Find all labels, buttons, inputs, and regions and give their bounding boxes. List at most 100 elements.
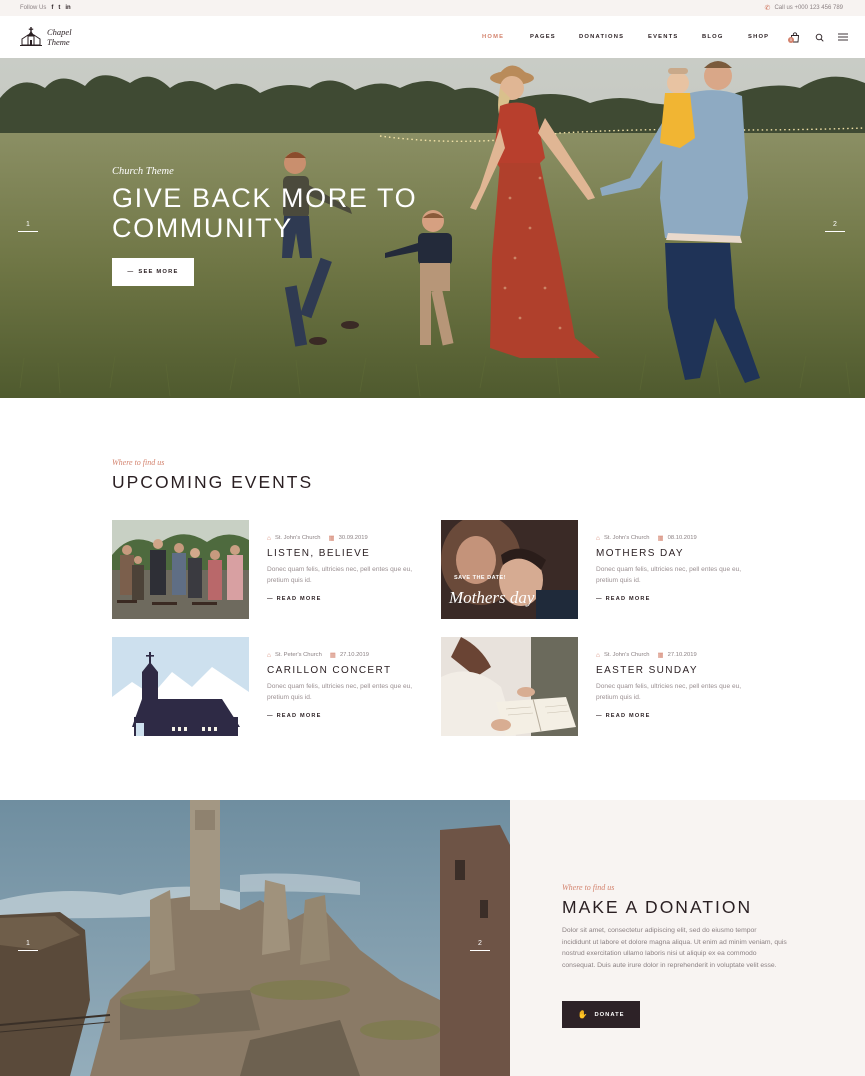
event-description: Donec quam felis, ultricies nec, pell en… xyxy=(596,566,742,584)
header-icons: 0 xyxy=(788,16,849,58)
hero-title: GIVE BACK MORE TO COMMUNITY xyxy=(112,183,418,243)
read-more-label: READ MORE xyxy=(605,713,651,719)
event-date: 27.10.2019 xyxy=(667,652,697,658)
calendar-icon: ▦ xyxy=(657,652,664,659)
event-description: Donec quam felis, ultricies nec, pell en… xyxy=(596,683,742,701)
brand-line1: Chapel xyxy=(47,27,72,37)
church-icon: ⌂ xyxy=(596,651,600,659)
read-more-link[interactable]: — READ MORE xyxy=(596,713,651,719)
calendar-icon: ▦ xyxy=(329,652,336,659)
linkedin-icon[interactable]: in xyxy=(65,5,70,11)
hero-subtitle: Church Theme xyxy=(112,166,174,177)
slide-next-line xyxy=(825,231,845,232)
donation-next-number: 2 xyxy=(478,940,482,947)
church-logo-icon xyxy=(20,27,42,46)
donation-next-line xyxy=(470,950,490,951)
event-date: 27.10.2019 xyxy=(339,652,369,658)
donation-image-slider: 1 2 xyxy=(0,800,510,1076)
top-bar: Follow Us f t in ✆ Call us +000 123 456 … xyxy=(0,0,865,16)
see-more-button[interactable]: — SEE MORE xyxy=(112,258,194,286)
donation-prev-line xyxy=(18,950,38,951)
menu-icon[interactable] xyxy=(837,31,849,43)
cart-icon[interactable]: 0 xyxy=(788,31,801,43)
event-card: ⌂ St. John's Church ▦ 27.10.2019 EASTER … xyxy=(441,637,771,737)
calendar-icon: ▦ xyxy=(328,535,335,542)
calendar-icon: ▦ xyxy=(657,535,664,542)
main-nav: HOME PAGES DONATIONS EVENTS BLOG SHOP xyxy=(482,16,769,58)
nav-pages[interactable]: PAGES xyxy=(530,34,579,40)
header: Chapel Theme HOME PAGES DONATIONS EVENTS… xyxy=(0,16,865,58)
church-icon: ⌂ xyxy=(596,534,600,542)
event-location[interactable]: St. John's Church xyxy=(604,535,650,541)
event-image-reading[interactable] xyxy=(441,637,578,736)
event-meta: ⌂ St. John's Church ▦ 27.10.2019 xyxy=(596,651,697,660)
event-meta: ⌂ St. John's Church ▦ 30.09.2019 xyxy=(267,534,368,543)
donation-next-button[interactable]: 2 xyxy=(470,940,490,951)
brand-line2: Theme xyxy=(47,37,70,47)
follow-label: Follow Us xyxy=(20,5,47,11)
event-image-crowd[interactable] xyxy=(112,520,249,619)
slide-prev-button[interactable]: 1 xyxy=(18,221,38,232)
read-more-label: READ MORE xyxy=(276,713,322,719)
twitter-icon[interactable]: t xyxy=(58,5,60,11)
search-icon[interactable] xyxy=(813,31,825,43)
event-title[interactable]: MOTHERS DAY xyxy=(596,548,684,559)
event-title[interactable]: LISTEN, BELIEVE xyxy=(267,548,370,559)
save-the-date-text: SAVE THE DATE! xyxy=(454,575,507,581)
church-icon: ⌂ xyxy=(267,651,271,659)
event-image-church[interactable] xyxy=(112,637,249,736)
events-title: UPCOMING EVENTS xyxy=(112,472,314,492)
see-more-label: SEE MORE xyxy=(138,269,179,275)
donate-label: DONATE xyxy=(594,1011,625,1018)
event-card: ⌂ St. John's Church ▦ 30.09.2019 LISTEN,… xyxy=(112,520,442,620)
event-location[interactable]: St. Peter's Church xyxy=(275,652,322,658)
dash-icon: — xyxy=(127,269,135,275)
slide-prev-line xyxy=(18,231,38,232)
phone-icon: ✆ xyxy=(764,5,771,12)
mothers-day-script: Mothers day xyxy=(449,588,535,607)
call-us: ✆ Call us +000 123 456 789 xyxy=(765,4,843,12)
follow-us: Follow Us f t in xyxy=(20,5,71,11)
events-subtitle: Where to find us xyxy=(112,458,165,467)
church-icon: ⌂ xyxy=(267,534,271,542)
nav-events[interactable]: EVENTS xyxy=(648,34,702,40)
cart-count-badge: 0 xyxy=(788,37,794,43)
event-title[interactable]: CARILLON CONCERT xyxy=(267,665,391,676)
event-location[interactable]: St. John's Church xyxy=(604,652,650,658)
event-card: SAVE THE DATE! Mothers day ⌂ St. John's … xyxy=(441,520,771,620)
event-date: 08.10.2019 xyxy=(667,535,697,541)
event-card: ⌂ St. Peter's Church ▦ 27.10.2019 CARILL… xyxy=(112,637,442,737)
donation-title: MAKE A DONATION xyxy=(562,897,753,917)
event-location[interactable]: St. John's Church xyxy=(275,535,321,541)
donation-text: Dolor sit amet, consectetur adipiscing e… xyxy=(562,927,787,969)
event-image-mothers-day[interactable]: SAVE THE DATE! Mothers day xyxy=(441,520,578,619)
read-more-link[interactable]: — READ MORE xyxy=(267,713,322,719)
nav-donations[interactable]: DONATIONS xyxy=(579,34,648,40)
donate-button[interactable]: ✋ DONATE xyxy=(562,1001,640,1028)
donation-prev-button[interactable]: 1 xyxy=(18,940,38,951)
donation-subtitle: Where to find us xyxy=(562,883,615,892)
event-date: 30.09.2019 xyxy=(338,535,368,541)
facebook-icon[interactable]: f xyxy=(51,5,53,11)
read-more-label: READ MORE xyxy=(605,596,651,602)
read-more-label: READ MORE xyxy=(276,596,322,602)
social-links: f t in xyxy=(51,5,70,11)
event-meta: ⌂ St. John's Church ▦ 08.10.2019 xyxy=(596,534,697,543)
slide-next-number: 2 xyxy=(833,221,837,228)
hero-slider: Church Theme GIVE BACK MORE TO COMMUNITY… xyxy=(0,58,865,398)
donate-hand-icon: ✋ xyxy=(577,1010,589,1019)
call-label: Call us +000 123 456 789 xyxy=(774,5,843,11)
read-more-link[interactable]: — READ MORE xyxy=(267,596,322,602)
read-more-link[interactable]: — READ MORE xyxy=(596,596,651,602)
event-title[interactable]: EASTER SUNDAY xyxy=(596,665,698,676)
logo[interactable]: Chapel Theme xyxy=(20,26,72,48)
nav-home[interactable]: HOME xyxy=(482,34,530,40)
nav-blog[interactable]: BLOG xyxy=(702,34,748,40)
event-meta: ⌂ St. Peter's Church ▦ 27.10.2019 xyxy=(267,651,369,660)
event-description: Donec quam felis, ultricies nec, pell en… xyxy=(267,683,413,701)
slide-prev-number: 1 xyxy=(26,221,30,228)
ruins-image xyxy=(0,800,510,1076)
donation-prev-number: 1 xyxy=(26,940,30,947)
nav-shop[interactable]: SHOP xyxy=(748,34,769,40)
slide-next-button[interactable]: 2 xyxy=(825,221,845,232)
